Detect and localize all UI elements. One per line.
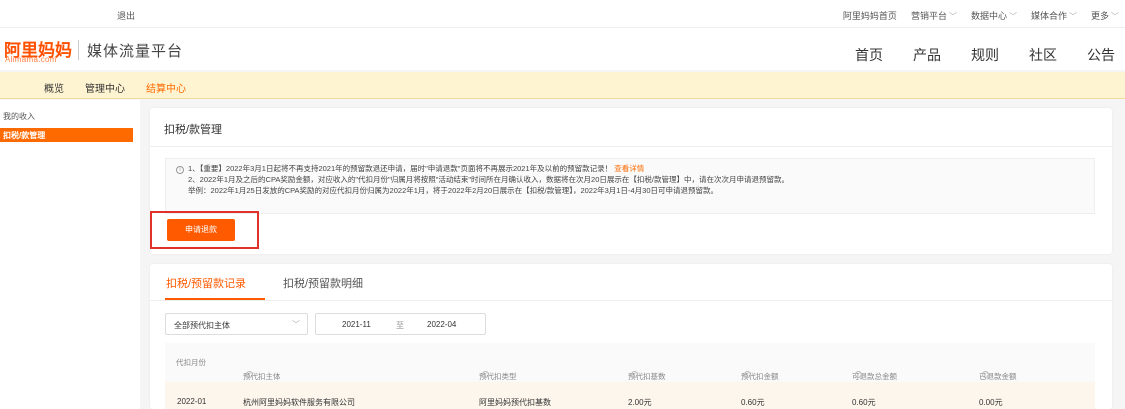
top-link-label: 数据中心 [970,11,1007,21]
nav-announcements[interactable]: 公告 [1087,45,1115,65]
help-icon[interactable]: ? [982,371,989,378]
top-nav: 阿里妈妈首页 营销平台 ﹀ 数据中心 ﹀ 媒体合作 ﹀ 更多 ﹀ [843,9,1119,22]
top-link-label: 更多 [1090,11,1109,21]
nav-community[interactable]: 社区 [1029,45,1057,65]
subnav-overview[interactable]: 概览 [44,80,64,95]
cell-entity: 杭州阿里妈妈软件服务有限公司 [243,398,355,407]
subnav-management[interactable]: 管理中心 [85,80,125,95]
cell-refunded: 0.00元 [979,398,1003,407]
alimama-logo-en: Alimama.com [5,55,57,64]
divider [150,146,1112,147]
chevron-down-icon: ﹀ [1111,12,1119,21]
entity-select-value: 全部预代扣主体 [174,321,230,330]
help-icon[interactable]: ? [744,371,751,378]
date-end[interactable]: 2022-04 [427,320,456,329]
nav-products[interactable]: 产品 [913,45,941,65]
help-icon[interactable]: ? [482,371,489,378]
table-row: 2022-01 杭州阿里妈妈软件服务有限公司 阿里妈妈预代扣基数 2.00元 0… [165,382,1095,409]
notice-box: i 1、【重要】2022年3月1日起将不再支持2021年的预留款退还申请，届时"申… [165,158,1095,214]
page-title: 扣税/款管理 [164,124,223,136]
top-bar: 退出 阿里妈妈首页 营销平台 ﹀ 数据中心 ﹀ 媒体合作 ﹀ 更多 ﹀ [0,0,1125,28]
records-card: 扣税/预留款记录 扣税/预留款明细 全部预代扣主体 ﹀ 2021-11 至 20… [150,264,1112,409]
cell-amount: 0.60元 [741,398,765,407]
chevron-down-icon: ﹀ [1008,12,1017,21]
info-icon: i [176,166,184,174]
chevron-down-icon: ﹀ [292,320,300,329]
cell-month: 2022-01 [177,397,207,406]
notice-line-3: 举例：2022年1月25日发放的CPA奖励的对应代扣月份归属为2022年1月，将… [188,186,718,195]
active-tab-indicator [165,298,265,300]
tab-tax-details[interactable]: 扣税/预留款明细 [283,275,363,291]
top-link-marketing[interactable]: 营销平台 ﹀ [911,9,957,22]
tax-management-card: 扣税/款管理 i 1、【重要】2022年3月1日起将不再支持2021年的预留款退还… [150,108,1112,254]
date-range-picker[interactable]: 2021-11 至 2022-04 [315,313,486,335]
nav-home[interactable]: 首页 [855,45,883,65]
cell-base: 2.00元 [628,398,652,407]
top-link-more[interactable]: 更多 ﹀ [1091,9,1119,22]
notice-line-1: i 1、【重要】2022年3月1日起将不再支持2021年的预留款退还申请，届时"申… [176,163,1094,174]
date-separator: 至 [396,321,404,330]
logout-link[interactable]: 退出 [117,9,135,22]
table-header: 代扣月份 预代扣主体? 预代扣类型? 预代扣基数? 预代扣金额? 可退款总金额?… [165,343,1095,382]
top-link-label: 营销平台 [910,11,947,21]
sidebar: 我的收入 扣税/款管理 [0,100,140,409]
main-nav: 首页 产品 规则 社区 公告 [825,45,1115,65]
top-link-alimama-home[interactable]: 阿里妈妈首页 [843,9,897,22]
header: 阿里妈妈 Alimama.com 媒体流量平台 首页 产品 规则 社区 公告 [0,28,1125,70]
logo-divider [78,40,79,60]
nav-rules[interactable]: 规则 [971,45,999,65]
view-details-link[interactable]: 查看详情 [614,164,644,173]
help-icon[interactable]: ? [855,371,862,378]
sidebar-item-my-income[interactable]: 我的收入 [3,111,35,122]
platform-title: 媒体流量平台 [87,43,184,60]
chevron-down-icon: ﹀ [1068,12,1077,21]
cell-refundable: 0.60元 [852,398,876,407]
date-start[interactable]: 2021-11 [342,320,371,329]
tab-tax-records[interactable]: 扣税/预留款记录 [166,275,246,291]
notice-text-1: 1、【重要】2022年3月1日起将不再支持2021年的预留款退还申请，届时"申请… [188,164,613,173]
top-link-media-coop[interactable]: 媒体合作 ﹀ [1031,9,1077,22]
notice-line-2: 2、2022年1月及之后的CPA奖励金额，对应收入的"代扣月份"归属月将按照"活… [188,175,789,184]
help-icon[interactable]: ? [246,371,253,378]
col-month: 代扣月份 [176,358,206,367]
sub-nav: 概览 管理中心 结算中心 [0,72,1125,99]
top-link-label: 媒体合作 [1030,11,1067,21]
cell-type: 阿里妈妈预代扣基数 [479,398,551,407]
chevron-down-icon: ﹀ [948,12,957,21]
help-icon[interactable]: ? [631,371,638,378]
subnav-settlement[interactable]: 结算中心 [146,80,186,95]
sidebar-item-tax-management[interactable]: 扣税/款管理 [0,128,133,142]
top-link-data-center[interactable]: 数据中心 ﹀ [971,9,1017,22]
tab-bar: 扣税/预留款记录 扣税/预留款明细 [150,264,1112,301]
apply-refund-button[interactable]: 申请退款 [167,219,235,241]
entity-select[interactable]: 全部预代扣主体 ﹀ [165,313,308,335]
